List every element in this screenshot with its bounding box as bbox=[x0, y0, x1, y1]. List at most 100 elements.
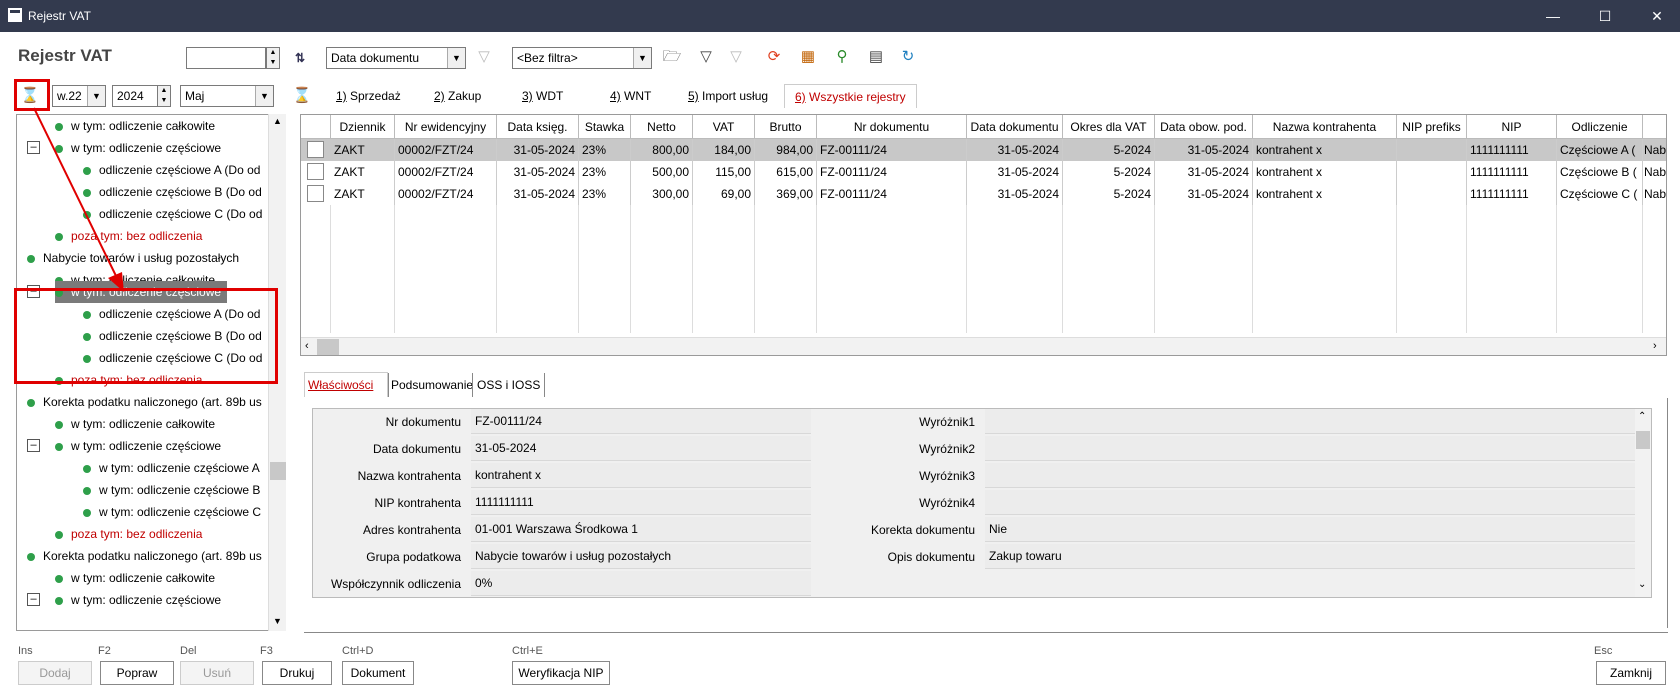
props-scrollbar[interactable]: ⌃ ⌄ bbox=[1635, 409, 1651, 597]
column-header[interactable]: Stawka bbox=[579, 115, 631, 139]
filter-icon[interactable]: ▽ bbox=[696, 47, 716, 67]
column-header[interactable]: Odliczenie bbox=[1557, 115, 1643, 139]
column-header[interactable]: NIP bbox=[1467, 115, 1557, 139]
scroll-up-icon[interactable]: ⌃ bbox=[1638, 411, 1646, 422]
tree-item[interactable]: w tym: odliczenie całkowite bbox=[55, 567, 215, 589]
scroll-thumb[interactable] bbox=[1636, 431, 1650, 449]
shortcut-label: F3 bbox=[260, 645, 273, 657]
tab-label: Sprzedaż bbox=[346, 89, 401, 103]
tree-dot-icon bbox=[83, 464, 91, 473]
export-icon[interactable]: ▤ bbox=[866, 47, 886, 67]
tab-wlasciwosci-label[interactable]: Właściwości bbox=[306, 373, 375, 397]
chevron-down-icon[interactable]: ▼ bbox=[633, 48, 651, 68]
tab-podsumowanie[interactable]: Podsumowanie bbox=[388, 373, 475, 397]
cell-dziennik: ZAKT bbox=[331, 139, 395, 161]
search-check-icon[interactable]: ⚲ bbox=[832, 47, 852, 67]
filter-select[interactable]: <Bez filtra> ▼ bbox=[512, 47, 652, 69]
prop-label: Korekta dokumentu bbox=[870, 523, 975, 537]
cell-kontrahent: kontrahent x bbox=[1253, 161, 1397, 183]
column-header[interactable]: Okres dla VAT bbox=[1063, 115, 1155, 139]
collapse-icon[interactable]: – bbox=[27, 439, 40, 452]
zamknij-button[interactable]: Zamknij bbox=[1596, 661, 1666, 685]
tab-label: Wszystkie rejestry bbox=[805, 90, 906, 104]
cell-data-obow: 31-05-2024 bbox=[1155, 183, 1253, 205]
tab-sprzedaz[interactable]: 1) Sprzedaż bbox=[330, 86, 407, 106]
tree-item[interactable]: w tym: odliczenie całkowite bbox=[55, 413, 215, 435]
prop-value: 0% bbox=[471, 571, 811, 596]
column-header[interactable]: Nazwa kontrahenta bbox=[1253, 115, 1397, 139]
filter-disabled-icon: ▽ bbox=[478, 48, 490, 65]
cell-vat: 184,00 bbox=[693, 139, 755, 161]
weryfikacja-nip-button[interactable]: Weryfikacja NIP bbox=[512, 661, 610, 685]
column-header[interactable]: Data obow. pod. bbox=[1155, 115, 1253, 139]
column-header[interactable]: Netto bbox=[631, 115, 693, 139]
row-checkbox[interactable] bbox=[307, 163, 324, 180]
row-checkbox[interactable] bbox=[307, 185, 324, 202]
column-header[interactable] bbox=[1643, 115, 1666, 139]
column-header-select[interactable] bbox=[301, 115, 331, 139]
cell-netto: 500,00 bbox=[631, 161, 693, 183]
scroll-down-icon[interactable]: ⌄ bbox=[1638, 579, 1646, 590]
cell-okres-vat: 5-2024 bbox=[1063, 161, 1155, 183]
scroll-thumb[interactable] bbox=[317, 339, 339, 355]
date-field-select[interactable]: Data dokumentu ▼ bbox=[326, 47, 466, 69]
column-header[interactable]: Dziennik bbox=[331, 115, 395, 139]
refresh-red-icon[interactable]: ⟳ bbox=[764, 47, 784, 67]
cell-netto: 300,00 bbox=[631, 183, 693, 205]
tab-wdt[interactable]: 3) WDT bbox=[516, 86, 569, 106]
usun-button[interactable]: Usuń bbox=[180, 661, 254, 685]
table-row[interactable]: ZAKT 00002/FZT/24 31-05-2024 23% 300,00 … bbox=[301, 183, 1666, 205]
reload-icon[interactable]: ↻ bbox=[898, 47, 918, 67]
column-header[interactable]: Brutto bbox=[755, 115, 817, 139]
cell-extra: Nab bbox=[1643, 183, 1666, 205]
drukuj-button[interactable]: Drukuj bbox=[262, 661, 332, 685]
tree-item[interactable]: Korekta podatku naliczonego (art. 89b us bbox=[27, 391, 262, 413]
tree-item[interactable]: Korekta podatku naliczonego (art. 89b us bbox=[27, 545, 262, 567]
popraw-button[interactable]: Popraw bbox=[100, 661, 174, 685]
tree-item[interactable]: w tym: odliczenie częściowe A bbox=[83, 457, 260, 479]
column-header[interactable]: NIP prefiks bbox=[1397, 115, 1467, 139]
close-icon[interactable]: ✕ bbox=[1634, 0, 1680, 32]
tab-oss-ioss[interactable]: OSS i IOSS bbox=[472, 373, 546, 397]
chevron-down-icon[interactable]: ▼ bbox=[447, 48, 465, 68]
tree-item[interactable]: poza tym: bez odliczenia bbox=[55, 523, 202, 545]
vat-register-grid[interactable]: Dziennik Nr ewidencyjny Data księg. Staw… bbox=[300, 114, 1667, 356]
cell-nr-ewidencyjny: 00002/FZT/24 bbox=[395, 161, 497, 183]
minimize-icon[interactable]: — bbox=[1530, 0, 1576, 32]
grid-hscrollbar[interactable]: ‹ › bbox=[301, 337, 1666, 355]
tab-label: WDT bbox=[532, 89, 564, 103]
column-header[interactable]: Data dokumentu bbox=[967, 115, 1063, 139]
tab-import-uslug[interactable]: 5) Import usług bbox=[682, 86, 774, 106]
column-header[interactable]: VAT bbox=[693, 115, 755, 139]
tab-wszystkie-rejestry[interactable]: 6) Wszystkie rejestry bbox=[784, 84, 917, 108]
cell-nip-prefiks bbox=[1397, 183, 1467, 205]
folder-icon[interactable]: 🗁 bbox=[662, 47, 682, 67]
scroll-down-icon[interactable]: ▼ bbox=[273, 616, 282, 626]
collapse-icon[interactable]: – bbox=[27, 593, 40, 606]
prop-label: Współczynnik odliczenia bbox=[330, 577, 461, 591]
tree-item[interactable]: w tym: odliczenie częściowe bbox=[55, 589, 221, 611]
table-settings-icon[interactable]: ▦ bbox=[798, 47, 818, 67]
table-row[interactable]: ZAKT 00002/FZT/24 31-05-2024 23% 500,00 … bbox=[301, 161, 1666, 183]
tab-label: Import usług bbox=[698, 89, 769, 103]
column-header[interactable]: Nr dokumentu bbox=[817, 115, 967, 139]
tab-wnt[interactable]: 4) WNT bbox=[604, 86, 657, 106]
tab-zakup[interactable]: 2) Zakup bbox=[428, 86, 487, 106]
tab-key: 2) bbox=[434, 89, 445, 103]
scroll-left-icon[interactable]: ‹ bbox=[305, 340, 309, 352]
table-row-selected[interactable]: ZAKT 00002/FZT/24 31-05-2024 23% 800,00 … bbox=[301, 139, 1666, 161]
column-header[interactable]: Data księg. bbox=[497, 115, 579, 139]
maximize-icon[interactable]: ☐ bbox=[1582, 0, 1628, 32]
tree-item[interactable]: w tym: odliczenie częściowe C bbox=[83, 501, 261, 523]
scroll-thumb[interactable] bbox=[270, 462, 286, 480]
tree-item[interactable]: w tym: odliczenie częściowe B bbox=[83, 479, 260, 501]
prop-label: Data dokumentu bbox=[372, 442, 461, 456]
scroll-right-icon[interactable]: › bbox=[1653, 340, 1657, 352]
tab-key: 5) bbox=[688, 89, 699, 103]
filter-clear-icon[interactable]: ▽ bbox=[726, 47, 746, 67]
column-header[interactable]: Nr ewidencyjny bbox=[395, 115, 497, 139]
dodaj-button[interactable]: Dodaj bbox=[18, 661, 92, 685]
row-checkbox[interactable] bbox=[307, 141, 324, 158]
tree-item[interactable]: w tym: odliczenie częściowe bbox=[55, 435, 221, 457]
dokument-button[interactable]: Dokument bbox=[342, 661, 414, 685]
